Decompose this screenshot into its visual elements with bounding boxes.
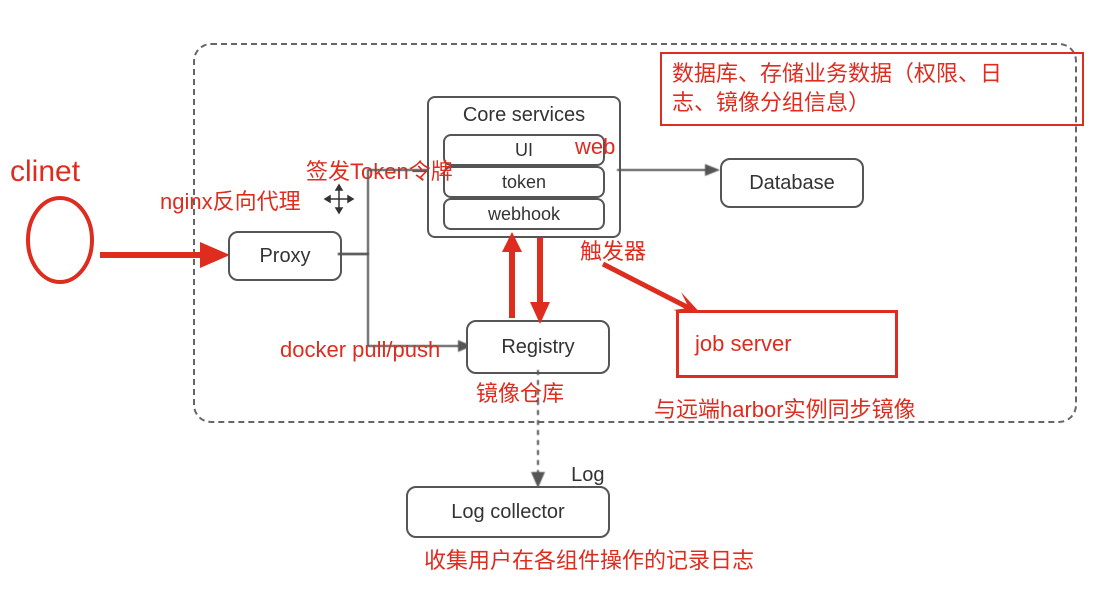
- core-ui-label: UI: [515, 140, 533, 161]
- annot-docker-pull-push: docker pull/push: [280, 336, 440, 364]
- registry-box: Registry: [466, 320, 610, 374]
- database-box: Database: [720, 158, 864, 208]
- core-token-label: token: [502, 172, 546, 193]
- annot-web: web: [575, 133, 615, 161]
- arrow-client-to-proxy: [100, 240, 230, 270]
- annot-database-desc: 数据库、存储业务数据（权限、日 志、镜像分组信息）: [660, 52, 1084, 126]
- proxy-label: Proxy: [259, 245, 310, 268]
- client-ellipse: [22, 195, 102, 285]
- annot-database-desc-text: 数据库、存储业务数据（权限、日 志、镜像分组信息）: [672, 61, 1002, 115]
- line-registry-to-log: [508, 370, 568, 490]
- core-token-row: token: [443, 166, 605, 198]
- line-proxy-to-core: [338, 160, 438, 260]
- log-collector-box: Log collector: [406, 486, 610, 538]
- core-services-title: Core services: [429, 104, 619, 127]
- core-services-box: Core services UI token webhook: [427, 96, 621, 238]
- annot-job-server-sync: 与远端harbor实例同步镜像: [654, 396, 916, 424]
- arrow-core-to-database: [617, 150, 727, 190]
- database-label: Database: [749, 172, 835, 195]
- annot-log-collector: 收集用户在各组件操作的记录日志: [424, 547, 754, 575]
- job-server-box: job server: [676, 310, 898, 378]
- job-server-label: job server: [695, 331, 792, 357]
- proxy-box: Proxy: [228, 231, 342, 281]
- arrow-core-registry-bidir: [500, 232, 560, 324]
- core-webhook-row: webhook: [443, 198, 605, 230]
- log-label: Log: [560, 438, 605, 488]
- client-label: clinet: [10, 155, 80, 189]
- registry-label: Registry: [501, 336, 574, 359]
- annot-nginx: nginx反向代理: [160, 188, 301, 216]
- core-webhook-label: webhook: [488, 204, 560, 225]
- log-collector-label: Log collector: [451, 501, 564, 524]
